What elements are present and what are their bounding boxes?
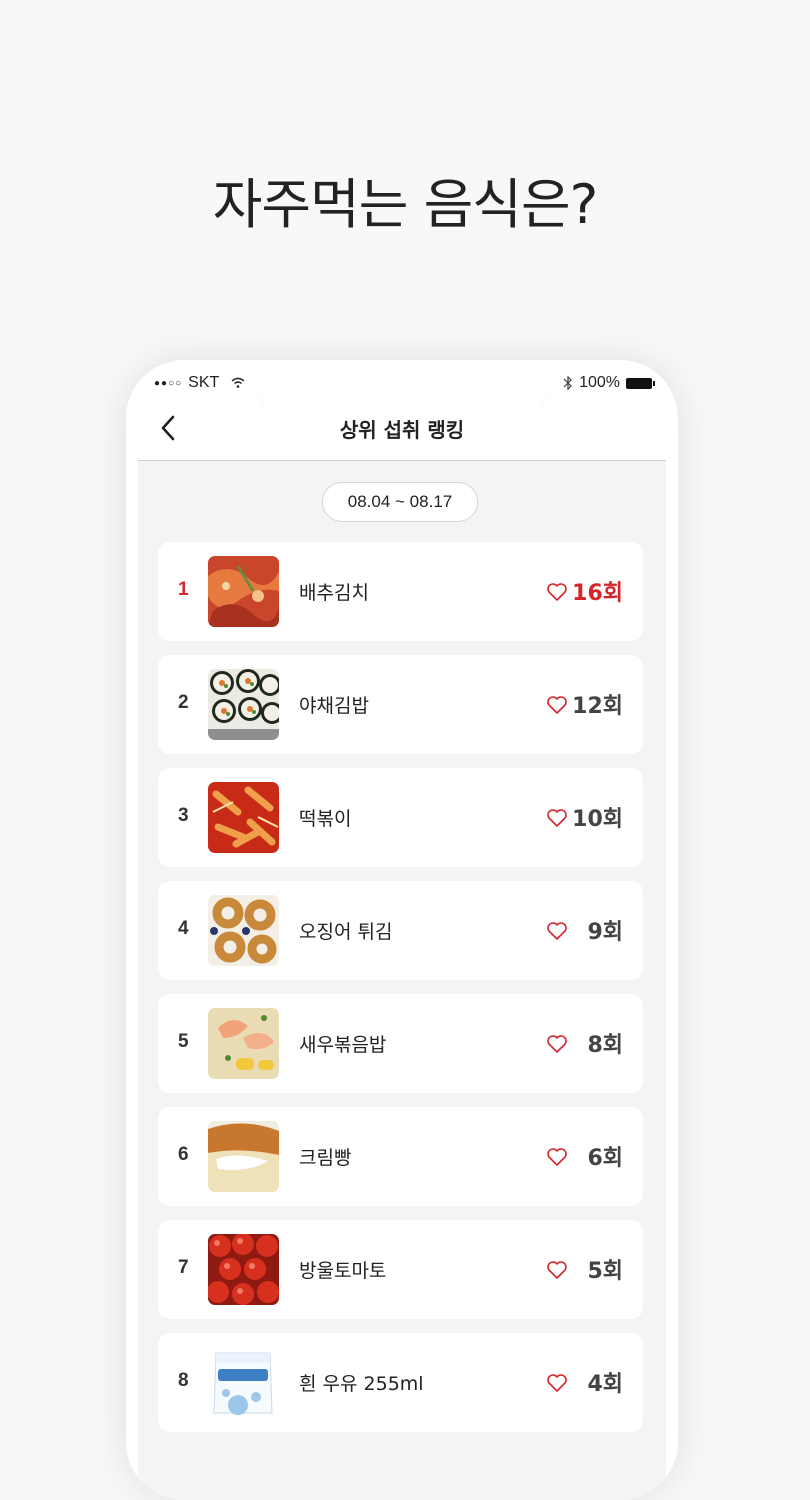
food-name: 방울토마토 <box>299 1260 387 1282</box>
rank-number: 7 <box>178 1257 189 1278</box>
intake-count: 8회 <box>587 1033 623 1058</box>
page-headline: 자주먹는 음식은? <box>212 173 599 236</box>
bluetooth-icon <box>563 375 572 391</box>
food-thumbnail-kimchi <box>208 556 279 627</box>
food-name: 오징어 튀김 <box>299 921 393 943</box>
heart-icon[interactable] <box>546 1147 568 1167</box>
food-thumbnail-cherry-tomato <box>208 1234 279 1305</box>
intake-count: 6회 <box>587 1146 623 1171</box>
food-item[interactable]: 3 떡볶이 10회 <box>158 768 643 867</box>
heart-icon[interactable] <box>546 1034 568 1054</box>
food-name: 새우볶음밥 <box>299 1034 387 1056</box>
food-name: 야채김밥 <box>299 695 369 717</box>
rank-number: 3 <box>178 805 189 826</box>
heart-icon[interactable] <box>546 808 568 828</box>
intake-count: 5회 <box>587 1259 623 1284</box>
rank-number: 4 <box>178 918 189 939</box>
heart-icon[interactable] <box>546 1373 568 1393</box>
food-ranking-list: 1 배추김치 16회 2 야채김밥 12회 3 떡볶이 10회 4 오징어 튀김… <box>158 542 643 1446</box>
food-thumbnail-gimbap <box>208 669 279 740</box>
signal-icon: ●●○○ <box>154 377 183 389</box>
wifi-icon <box>231 377 245 388</box>
nav-bar: 상위 섭취 랭킹 <box>138 406 666 461</box>
food-name: 떡볶이 <box>299 808 352 830</box>
rank-number: 8 <box>178 1370 189 1391</box>
status-bar: ●●○○ SKT 100% <box>126 360 678 406</box>
intake-count: 12회 <box>572 694 623 719</box>
food-name: 크림빵 <box>299 1147 352 1169</box>
food-item[interactable]: 4 오징어 튀김 9회 <box>158 881 643 980</box>
heart-icon[interactable] <box>546 695 568 715</box>
food-thumbnail-tteokbokki <box>208 782 279 853</box>
food-thumbnail-fried-squid <box>208 895 279 966</box>
food-item[interactable]: 2 야채김밥 12회 <box>158 655 643 754</box>
food-thumbnail-shrimp-fried-rice <box>208 1008 279 1079</box>
food-name: 배추김치 <box>299 582 369 604</box>
food-item[interactable]: 8 흰 우유 255ml 4회 <box>158 1333 643 1432</box>
intake-count: 10회 <box>572 807 623 832</box>
food-item[interactable]: 5 새우볶음밥 8회 <box>158 994 643 1093</box>
date-range-selector[interactable]: 08.04 ~ 08.17 <box>322 482 478 522</box>
rank-number: 2 <box>178 692 189 713</box>
carrier-label: SKT <box>188 374 220 391</box>
food-item[interactable]: 7 방울토마토 5회 <box>158 1220 643 1319</box>
intake-count: 9회 <box>587 920 623 945</box>
food-item[interactable]: 1 배추김치 16회 <box>158 542 643 641</box>
rank-number: 6 <box>178 1144 189 1165</box>
heart-icon[interactable] <box>546 582 568 602</box>
phone-frame: ●●○○ SKT 100% 상위 섭취 랭킹 08.04 ~ 08.17 1 배… <box>126 360 678 1500</box>
food-thumbnail-cream-bread <box>208 1121 279 1192</box>
nav-title: 상위 섭취 랭킹 <box>339 418 465 442</box>
rank-number: 5 <box>178 1031 189 1052</box>
rank-number: 1 <box>178 579 189 600</box>
food-name: 흰 우유 255ml <box>299 1373 424 1395</box>
intake-count: 16회 <box>572 581 623 606</box>
app-screen: 상위 섭취 랭킹 08.04 ~ 08.17 1 배추김치 16회 2 야채김밥… <box>138 406 666 1500</box>
battery-percent: 100% <box>579 374 620 391</box>
heart-icon[interactable] <box>546 1260 568 1280</box>
intake-count: 4회 <box>587 1372 623 1397</box>
heart-icon[interactable] <box>546 921 568 941</box>
food-item[interactable]: 6 크림빵 6회 <box>158 1107 643 1206</box>
food-thumbnail-milk-carton <box>208 1347 279 1418</box>
battery-icon <box>626 377 655 389</box>
